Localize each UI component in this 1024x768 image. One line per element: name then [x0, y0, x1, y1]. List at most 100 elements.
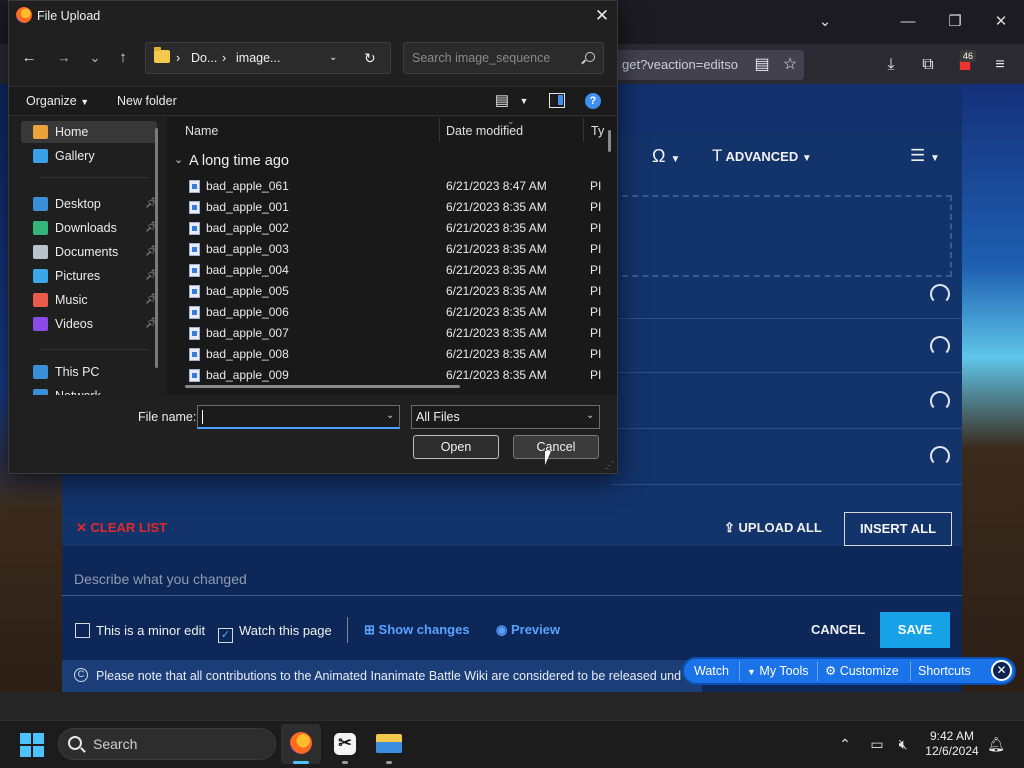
file-row[interactable]: bad_apple_009 6/21/2023 8:35 AM PI — [185, 365, 605, 386]
file-group-header[interactable]: A long time ago — [189, 152, 289, 170]
network-tray-icon[interactable]: ▭ — [867, 734, 887, 754]
nav-item-videos[interactable]: Videos 📌︎ — [21, 313, 158, 335]
preview-pane-icon[interactable] — [549, 93, 565, 108]
customize-tool[interactable]: ⚙ Customize — [825, 662, 899, 680]
advanced-menu-button[interactable]: T ADVANCED ▼ — [712, 145, 812, 167]
help-icon[interactable]: ? — [585, 93, 601, 109]
show-changes-button[interactable]: ⊞ Show changes — [364, 621, 470, 639]
nav-item-desktop[interactable]: Desktop 📌︎ — [21, 193, 158, 215]
active-app-indicator — [293, 761, 309, 764]
tool-divider — [817, 661, 818, 681]
nav-item-documents[interactable]: Documents 📌︎ — [21, 241, 158, 263]
preview-button[interactable]: ◉ Preview — [496, 621, 560, 639]
group-collapse-chevron-icon[interactable]: ⌄ — [174, 153, 183, 166]
volume-muted-icon[interactable]: 🔇︎ — [893, 734, 913, 754]
minor-edit-checkbox[interactable]: This is a minor edit — [75, 622, 205, 640]
bookmark-star-icon[interactable]: ☆ — [777, 52, 803, 78]
edit-summary-input[interactable]: Describe what you changed — [62, 562, 962, 596]
upload-all-button[interactable]: ⇪ UPLOAD ALL — [724, 519, 822, 537]
downloads-arrow-icon[interactable]: ⤓ — [878, 52, 904, 78]
tab-list-chevron-icon[interactable]: ⌄ — [810, 8, 840, 36]
column-header-type[interactable]: Ty — [591, 123, 604, 139]
nav-item-home[interactable]: Home — [21, 121, 157, 143]
recent-locations-chevron-icon[interactable]: ⌄ — [83, 46, 107, 70]
nav-item-pictures[interactable]: Pictures 📌︎ — [21, 265, 158, 287]
file-row[interactable]: bad_apple_006 6/21/2023 8:35 AM PI — [185, 302, 605, 323]
close-window-icon[interactable]: ✕ — [986, 8, 1016, 36]
list-menu-button[interactable]: ☰ ▼ — [910, 145, 940, 167]
upload-drop-zone[interactable] — [612, 195, 952, 277]
insert-all-button[interactable]: INSERT ALL — [844, 512, 952, 546]
chevron-down-icon: ▼ — [670, 154, 681, 165]
view-list-icon[interactable]: ▤ — [494, 93, 510, 109]
save-button[interactable]: SAVE — [880, 612, 950, 648]
my-tools-menu[interactable]: ▼ My Tools — [747, 662, 809, 680]
license-notice: Please note that all contributions to th… — [62, 660, 702, 692]
nav-item-this-pc[interactable]: This PC — [21, 361, 157, 383]
shortcuts-tool[interactable]: Shortcuts — [918, 662, 971, 680]
clear-list-label: CLEAR LIST — [90, 520, 168, 535]
column-header-name[interactable]: Name — [185, 123, 218, 139]
file-list-horizontal-scrollbar[interactable] — [185, 385, 460, 388]
firefox-taskbar-icon[interactable] — [281, 724, 321, 764]
refresh-icon[interactable]: ↻ — [364, 50, 376, 66]
file-explorer-taskbar-icon[interactable] — [369, 724, 409, 764]
resize-grip-icon[interactable]: ⋰ — [605, 460, 614, 471]
breadcrumb-documents[interactable]: Do... — [191, 50, 217, 66]
notification-bell-icon[interactable]: 🔔︎ — [986, 734, 1006, 754]
app-menu-icon[interactable]: ≡ — [987, 52, 1013, 78]
loading-spinner-icon — [930, 284, 950, 304]
clear-list-button[interactable]: ✕ CLEAR LIST — [76, 519, 167, 537]
nav-label: Videos — [55, 317, 93, 331]
address-dropdown-chevron-icon[interactable]: ⌄ — [329, 50, 337, 66]
dialog-close-icon[interactable]: ✕ — [590, 5, 614, 27]
reader-view-icon[interactable]: ▤ — [749, 52, 775, 78]
minimize-icon[interactable]: — — [893, 8, 923, 36]
open-button[interactable]: Open — [413, 435, 499, 459]
file-type: PI — [590, 368, 602, 382]
file-row[interactable]: bad_apple_061 6/21/2023 8:47 AM PI — [185, 176, 605, 197]
show-hidden-icons-chevron-icon[interactable]: ⌃ — [835, 734, 855, 754]
view-options-chevron-icon[interactable]: ▼ — [516, 93, 532, 109]
folder-search-input[interactable]: Search image_sequence — [403, 42, 604, 74]
file-list-vertical-scrollbar[interactable] — [608, 130, 611, 152]
new-folder-button[interactable]: New folder — [117, 93, 177, 109]
file-row[interactable]: bad_apple_008 6/21/2023 8:35 AM PI — [185, 344, 605, 365]
extensions-icon[interactable]: ⧉ — [915, 52, 941, 78]
clear-x-icon: ✕ — [76, 520, 87, 535]
up-arrow-icon[interactable]: ↑ — [111, 46, 135, 70]
file-type-select[interactable]: All Files — [411, 405, 600, 429]
column-separator[interactable] — [439, 118, 440, 142]
file-name-history-chevron-icon[interactable]: ⌄ — [386, 410, 394, 421]
capcut-taskbar-icon[interactable]: ✂ — [325, 724, 365, 764]
forward-arrow-icon[interactable]: → — [52, 46, 76, 70]
nav-item-network[interactable]: Network — [21, 385, 157, 395]
file-row[interactable]: bad_apple_001 6/21/2023 8:35 AM PI — [185, 197, 605, 218]
watch-tool[interactable]: Watch — [694, 662, 729, 680]
nav-item-music[interactable]: Music 📌︎ — [21, 289, 158, 311]
nav-pane-scrollbar[interactable] — [155, 128, 158, 368]
file-type-chevron-icon[interactable]: ⌄ — [586, 410, 594, 421]
special-character-button[interactable]: Ω ▼ — [652, 145, 680, 167]
file-row[interactable]: bad_apple_007 6/21/2023 8:35 AM PI — [185, 323, 605, 344]
column-separator[interactable] — [583, 118, 584, 142]
file-row[interactable]: bad_apple_005 6/21/2023 8:35 AM PI — [185, 281, 605, 302]
organize-menu[interactable]: Organize ▼ — [26, 93, 89, 110]
close-toolbar-icon[interactable]: ✕ — [991, 660, 1012, 681]
editor-cancel-button[interactable]: CANCEL — [811, 621, 865, 639]
nav-item-downloads[interactable]: Downloads 📌︎ — [21, 217, 158, 239]
watch-label: Watch this page — [239, 623, 332, 638]
file-name-input[interactable] — [197, 405, 400, 429]
start-windows-icon[interactable] — [20, 733, 44, 757]
taskbar-search[interactable]: Search — [58, 728, 276, 760]
nav-label: Home — [55, 125, 89, 139]
file-row[interactable]: bad_apple_003 6/21/2023 8:35 AM PI — [185, 239, 605, 260]
watch-page-checkbox[interactable]: ✓ Watch this page — [218, 622, 332, 643]
file-row[interactable]: bad_apple_004 6/21/2023 8:35 AM PI — [185, 260, 605, 281]
restore-icon[interactable]: ❐ — [940, 8, 970, 36]
system-clock[interactable]: 9:42 AM 12/6/2024 — [920, 729, 984, 759]
back-arrow-icon[interactable]: ← — [17, 46, 41, 70]
breadcrumb-image-sequence[interactable]: image... — [236, 50, 280, 66]
file-row[interactable]: bad_apple_002 6/21/2023 8:35 AM PI — [185, 218, 605, 239]
nav-item-gallery[interactable]: Gallery — [21, 145, 157, 167]
